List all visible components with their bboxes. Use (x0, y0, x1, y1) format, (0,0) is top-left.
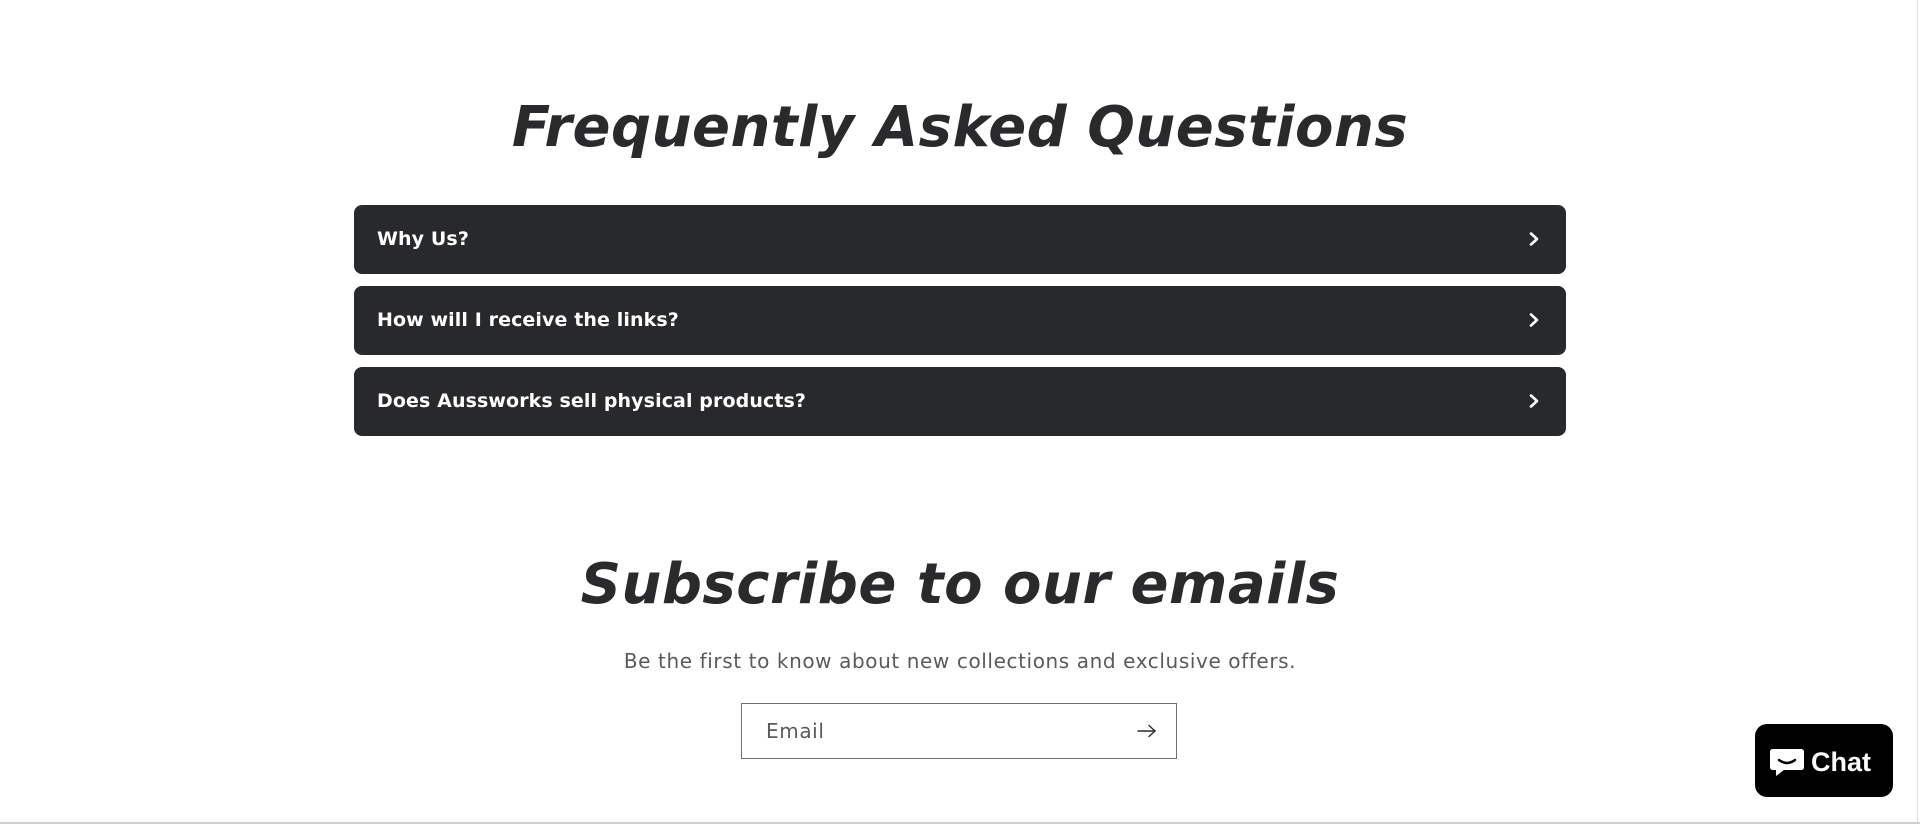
newsletter-description: Be the first to know about new collectio… (623, 649, 1297, 673)
chat-bubble-icon (1770, 749, 1804, 776)
faq-item-label: Why Us? (377, 228, 469, 250)
faq-item-receive-links[interactable]: How will I receive the links? (354, 286, 1566, 355)
arrow-right-icon (1137, 724, 1156, 738)
faq-item-label: Does Aussworks sell physical products? (377, 390, 807, 412)
chat-button[interactable]: Chat (1755, 724, 1893, 797)
chevron-right-icon (1529, 394, 1539, 408)
faq-title: Frequently Asked Questions (511, 95, 1409, 160)
email-input[interactable] (742, 704, 1112, 758)
page: Frequently Asked Questions Why Us? How w… (0, 0, 1920, 824)
faq-item-why-us[interactable]: Why Us? (354, 205, 1566, 274)
chevron-right-icon (1529, 313, 1539, 327)
subscribe-button[interactable] (1118, 704, 1176, 758)
newsletter-form (741, 703, 1177, 759)
faq-item-physical-products[interactable]: Does Aussworks sell physical products? (354, 367, 1566, 436)
newsletter-title: Subscribe to our emails (580, 552, 1340, 617)
faq-item-label: How will I receive the links? (377, 309, 679, 331)
page-edge-divider (1917, 0, 1918, 824)
chat-label: Chat (1811, 747, 1871, 777)
chevron-right-icon (1529, 232, 1539, 246)
faq-accordion: Why Us? How will I receive the links? Do… (354, 205, 1566, 448)
